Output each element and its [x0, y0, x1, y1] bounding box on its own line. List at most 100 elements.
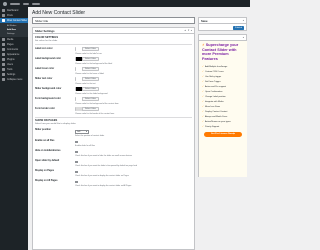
- arrow-down-icon[interactable]: ▼: [187, 29, 189, 32]
- setting-row: Open slider by default Check this box if…: [33, 158, 194, 168]
- setting-row: Label hover color Select Color Choose co…: [33, 66, 194, 76]
- setting-label: Enable on all files: [35, 140, 55, 142]
- color-picker-button[interactable]: Select Color: [75, 76, 99, 81]
- settings-box-header: Slider Settings ▲ ▼ ▴: [33, 28, 194, 34]
- setting-checkbox[interactable]: [75, 160, 78, 164]
- color-swatch: [76, 67, 83, 71]
- color-picker-button[interactable]: Select Color: [75, 106, 99, 111]
- setting-label: Slider position: [35, 129, 51, 131]
- collapse-icon: [2, 78, 5, 81]
- slider-title-input[interactable]: Slider title: [32, 17, 195, 24]
- collapse-menu-button[interactable]: Collapse menu: [0, 77, 28, 82]
- wrench-icon: [2, 68, 5, 71]
- comment-icon: [2, 48, 5, 51]
- setting-help: Choose color for the background of the l…: [75, 62, 113, 65]
- setting-label: Form border color: [35, 107, 55, 110]
- check-icon: ✓: [202, 101, 204, 104]
- slider-settings-box: Slider Settings ▲ ▼ ▴ COLOR SETTINGS Set…: [32, 27, 195, 250]
- site-name-link[interactable]: [10, 2, 20, 5]
- check-icon: ✓: [202, 81, 204, 84]
- check-icon: ✓: [202, 76, 204, 79]
- divider: [35, 44, 192, 45]
- color-picker-button[interactable]: Select Color: [75, 86, 99, 91]
- submenu-item-settings[interactable]: Settings: [0, 32, 28, 36]
- color-swatch: [76, 77, 83, 81]
- color-picker-button[interactable]: Select Color: [75, 96, 99, 101]
- setting-label: Label hover color: [35, 67, 55, 70]
- setting-row: Slider background color Select Color Cho…: [33, 86, 194, 96]
- color-swatch: [76, 87, 83, 91]
- setting-checkbox[interactable]: [75, 170, 78, 174]
- setting-row: Form background color Select Color Choos…: [33, 96, 194, 106]
- slider-icon: [2, 19, 5, 22]
- brush-icon: [2, 53, 5, 56]
- main-content: Add New Contact Slider Slider title Slid…: [28, 7, 250, 250]
- feature-list: ✓ Add Multiple Icon/Image ✓ Custom CSS / Ic…: [202, 64, 244, 129]
- setting-help: Check this box if you want to display th…: [75, 175, 129, 177]
- toggle-panel-icon[interactable]: ▴: [191, 29, 192, 32]
- color-swatch: [76, 47, 83, 51]
- publish-button[interactable]: Publish: [233, 26, 244, 30]
- setting-row: Enable on all files Enable slider for al…: [33, 138, 194, 148]
- setting-help: Choose color for the label's icon: [75, 52, 102, 55]
- check-icon: ✓: [202, 86, 204, 89]
- setting-row: Label icon color Select Color Choose col…: [33, 46, 194, 56]
- setting-row: Form border color Select Color Choose co…: [33, 106, 194, 116]
- toggle-panel-icon[interactable]: ▴: [243, 36, 244, 39]
- check-icon: ✓: [202, 106, 204, 109]
- setting-label: Display on All Pages: [35, 180, 58, 182]
- setting-help: Select the position of contact slider: [75, 135, 105, 137]
- setting-help: Check this box if you want to display th…: [75, 185, 132, 187]
- check-icon: ✓: [202, 121, 204, 124]
- check-icon: ✓: [202, 71, 204, 74]
- setting-help: Choose color for the text: [75, 82, 96, 85]
- setting-label: Display on Pages: [35, 170, 55, 172]
- get-pro-button[interactable]: Get Pro License Now ▶: [204, 132, 242, 138]
- plugin-icon: [2, 58, 5, 61]
- page-icon: [2, 43, 5, 46]
- media-icon: [2, 38, 5, 41]
- setting-help: Enable slider for all files: [75, 145, 95, 147]
- admin-toolbar: [0, 0, 250, 7]
- show-on-pages-desc: Select how you would like to display sli…: [35, 123, 76, 125]
- setting-label: Label background color: [35, 57, 62, 60]
- setting-row: Slider text color Select Color Choose co…: [33, 76, 194, 86]
- lightning-icon: ⚡: [202, 43, 205, 47]
- color-settings-title: COLOR SETTINGS: [35, 36, 59, 39]
- setting-help: Choose color for the background of the c…: [75, 102, 119, 105]
- toggle-panel-icon[interactable]: ▴: [243, 19, 244, 22]
- setting-help: Choose color for the border of the conta…: [75, 112, 115, 115]
- setting-label: Slider background color: [35, 87, 62, 90]
- setting-row: Label background color Select Color Choo…: [33, 56, 194, 66]
- color-picker-button[interactable]: Select Color: [75, 46, 99, 51]
- color-settings-desc: Set colors for the slider: [35, 40, 58, 42]
- color-picker-button[interactable]: Select Color: [75, 56, 99, 61]
- comments-link[interactable]: [23, 2, 29, 5]
- pin-icon: [2, 14, 5, 17]
- settings-icon: [2, 73, 5, 76]
- page-title: Add New Contact Slider: [32, 10, 86, 16]
- setting-row: Slider position Left ▾ Select the positio…: [33, 127, 194, 138]
- setting-help: Choose color for the hover of label: [75, 72, 104, 75]
- chevron-down-icon: ▾: [85, 131, 87, 133]
- setting-row: Hide on mobile/devices Check this box if…: [33, 148, 194, 158]
- publish-box: Save ▴ Publish: [198, 17, 247, 31]
- setting-label: Hide on mobile/devices: [35, 150, 61, 152]
- check-icon: ✓: [202, 111, 204, 114]
- feature-item: ✓ Priority Support: [202, 125, 220, 129]
- premium-promo-box: ▴ ⚡ Supercharge your Contact Slider with…: [198, 34, 247, 177]
- check-icon: ✓: [202, 66, 204, 69]
- sidebar-submenu: All Sliders Add New Settings: [0, 23, 28, 37]
- new-content-link[interactable]: [32, 2, 40, 5]
- slider-position-select[interactable]: Left ▾: [75, 130, 89, 134]
- promo-content: ⚡ Supercharge your Contact Slider with m…: [199, 41, 247, 177]
- setting-label: Open slider by default: [35, 160, 60, 162]
- setting-checkbox[interactable]: [75, 140, 78, 144]
- setting-checkbox[interactable]: [75, 180, 78, 184]
- dashboard-icon: [2, 9, 5, 12]
- color-picker-button[interactable]: Select Color: [75, 66, 99, 71]
- setting-checkbox[interactable]: [75, 150, 78, 154]
- color-swatch: [76, 97, 83, 101]
- wordpress-logo-icon[interactable]: [3, 1, 7, 6]
- arrow-up-icon[interactable]: ▲: [184, 29, 186, 32]
